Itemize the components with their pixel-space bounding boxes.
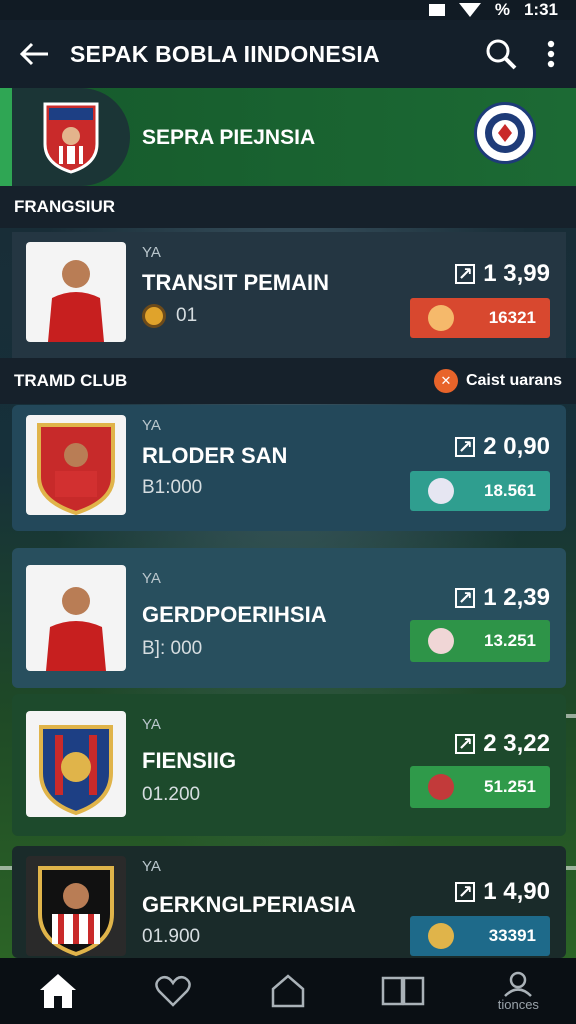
club-logo: [26, 711, 126, 817]
player-card[interactable]: YA TRANSIT PEMAIN 01 ↗ 1 3,99 16321: [12, 232, 566, 358]
club-sub-value: 01.200: [142, 784, 201, 805]
house-outline-icon: [271, 974, 305, 1008]
trend-icon: ↗: [455, 264, 476, 284]
value-pill[interactable]: 18.561: [410, 471, 550, 511]
player-tag: YA: [142, 417, 161, 434]
player-price: ↗ 1 3,99: [455, 260, 550, 288]
trend-icon: ↗: [455, 588, 476, 608]
club-badge-icon: [428, 628, 454, 654]
player-card[interactable]: YA GERDPOERIHSIA B]: 000 ↗ 1 2,39 13.251: [12, 548, 566, 688]
banner-title: SEPRA PIEJNSIA: [142, 126, 316, 149]
player-sub-value: B]: 000: [142, 638, 203, 659]
player-crest-icon: [43, 102, 99, 174]
player-sub-value: B1:000: [142, 477, 203, 498]
player-price: ↗ 1 2,39: [455, 584, 550, 612]
chat-icon: ✕: [433, 369, 458, 393]
club-sub-value: 01.900: [142, 926, 201, 947]
pill-value: 13.251: [484, 631, 536, 650]
section-title: TRAMD CLUB: [14, 371, 128, 390]
price-value: 1 3,99: [483, 260, 550, 287]
value-pill[interactable]: 16321: [410, 298, 550, 338]
home-icon: [39, 974, 76, 1008]
nav-library[interactable]: [363, 958, 443, 1024]
wifi-icon: [458, 3, 481, 17]
club-price: ↗ 2 3,22: [455, 730, 550, 758]
shield-icon: [428, 305, 454, 331]
trend-icon: ↗: [455, 734, 476, 754]
club-name: GERKNGLPERIASIA: [142, 892, 356, 917]
club-crest: [12, 88, 130, 186]
nav-profile[interactable]: tionces: [478, 958, 558, 1024]
heart-icon: [155, 975, 191, 1007]
pill-value: 18.561: [484, 481, 536, 500]
section-title: FRANGSIUR: [14, 197, 116, 216]
status-bar: % 1:31: [0, 0, 576, 20]
club-sub: 01.900: [142, 926, 200, 948]
player-name: RLODER SAN: [142, 443, 288, 468]
nav-club-home[interactable]: [248, 958, 328, 1024]
price-value: 1 4,90: [483, 878, 550, 905]
more-options-icon[interactable]: [526, 20, 576, 88]
book-icon: [381, 976, 425, 1006]
player-photo: [26, 415, 126, 515]
player-card[interactable]: YA RLODER SAN B1:000 ↗ 2 0,90 18.561: [12, 405, 566, 531]
club-logo: [26, 856, 126, 956]
player-sub-value: 01: [176, 305, 198, 326]
page-title: SEPAK BOBLA IINDONESIA: [70, 40, 380, 67]
section-header-transfers: FRANGSIUR: [0, 186, 576, 228]
league-emblem-icon: [474, 102, 536, 164]
player-tag: YA: [142, 244, 161, 261]
clock: 1:31: [523, 0, 558, 19]
club-name: FIENSIIG: [142, 748, 237, 773]
player-name: GERDPOERIHSIA: [142, 602, 327, 627]
search-icon[interactable]: [476, 20, 526, 88]
pill-value: 16321: [488, 308, 536, 327]
price-value: 2 0,90: [483, 433, 550, 460]
back-arrow-icon[interactable]: [0, 20, 70, 88]
player-price: ↗ 2 0,90: [455, 433, 550, 461]
nav-home[interactable]: [18, 958, 98, 1024]
shield-icon: [428, 923, 454, 949]
club-card[interactable]: YA FIENSIIG 01.200 ↗ 2 3,22 51.251: [12, 694, 566, 836]
section-action[interactable]: ✕ Caist uarans: [433, 369, 562, 393]
profile-icon: [504, 971, 533, 997]
trend-icon: ↗: [455, 882, 476, 902]
club-badge-icon: [142, 304, 166, 328]
shield-icon: [428, 774, 454, 800]
pill-value: 33391: [488, 926, 536, 945]
trend-icon: ↗: [455, 437, 476, 457]
player-photo: [26, 242, 126, 342]
player-sub: B]: 000: [142, 638, 202, 660]
league-banner[interactable]: SEPRA PIEJNSIA: [0, 88, 576, 186]
value-pill[interactable]: 33391: [410, 916, 550, 956]
pill-value: 51.251: [484, 777, 536, 796]
nav-favorites[interactable]: [133, 958, 213, 1024]
club-card[interactable]: YA GERKNGLPERIASIA 01.900 ↗ 1 4,90 33391: [12, 846, 566, 958]
player-photo: [26, 565, 126, 671]
value-pill[interactable]: 51.251: [410, 766, 550, 808]
app-bar: SEPAK BOBLA IINDONESIA: [0, 20, 576, 88]
player-name: TRANSIT PEMAIN: [142, 270, 329, 295]
signal-icon: [428, 4, 445, 16]
player-sub: 01: [142, 304, 197, 328]
nav-profile-label: tionces: [497, 996, 539, 1012]
bottom-navigation: tionces: [0, 958, 576, 1024]
section-header-club: TRAMD CLUB ✕ Caist uarans: [0, 358, 576, 404]
club-price: ↗ 1 4,90: [455, 878, 550, 906]
price-value: 1 2,39: [483, 584, 550, 611]
price-value: 2 3,22: [483, 730, 550, 757]
player-tag: YA: [142, 570, 161, 587]
player-sub: B1:000: [142, 477, 202, 499]
club-tag: YA: [142, 716, 161, 733]
section-action-label: Caist uarans: [465, 372, 562, 389]
value-pill[interactable]: 13.251: [410, 620, 550, 662]
battery-label: %: [494, 0, 510, 19]
globe-icon: [428, 478, 454, 504]
club-tag: YA: [142, 858, 161, 875]
club-sub: 01.200: [142, 784, 200, 806]
